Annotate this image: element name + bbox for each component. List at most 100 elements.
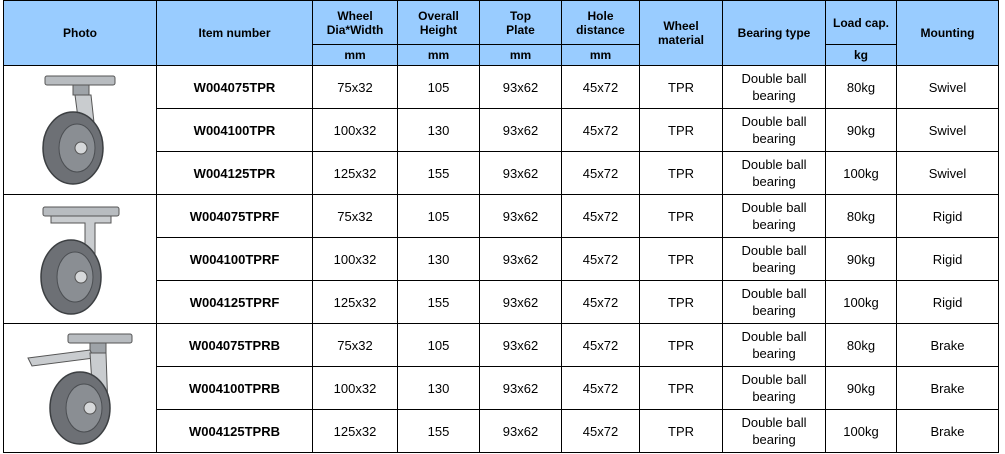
top-plate-cell: 93x62 <box>479 65 562 109</box>
header-row: Photo Item number Wheel Dia*Width Overal… <box>3 0 999 66</box>
col-header-wheel: Wheel Dia*Width <box>312 0 398 45</box>
bearing-type-cell: Double ball bearing <box>722 366 826 410</box>
bearing-line2: bearing <box>752 131 796 146</box>
hole-distance-cell: 45x72 <box>561 108 640 152</box>
top-plate-cell: 93x62 <box>479 237 562 281</box>
load-capacity-cell: 90kg <box>825 366 897 410</box>
wheel-material-cell: TPR <box>639 151 723 195</box>
item-number-cell: W004100TPRB <box>156 366 313 410</box>
bearing-type-cell: Double ball bearing <box>722 323 826 367</box>
overall-height-cell: 130 <box>397 366 480 410</box>
wheel-size-cell: 75x32 <box>312 65 398 109</box>
col-header-wheel-line1: Wheel <box>337 8 373 23</box>
col-header-top-line2: Plate <box>506 22 535 37</box>
col-header-overall-height: Overall Height <box>397 0 480 45</box>
wheel-material-cell: TPR <box>639 323 723 367</box>
bearing-line2: bearing <box>752 174 796 189</box>
wheel-size-cell: 100x32 <box>312 366 398 410</box>
col-header-bearing-type: Bearing type <box>722 0 826 66</box>
bearing-type-cell: Double ball bearing <box>722 194 826 238</box>
item-number-cell: W004125TPR <box>156 151 313 195</box>
table-row: W004075TPR 75x32 105 93x62 45x72 TPR Dou… <box>3 65 999 195</box>
table-row: W004075TPRF 75x32 105 93x62 45x72 TPR Do… <box>3 194 999 324</box>
bearing-line1: Double ball <box>741 71 807 86</box>
bearing-line1: Double ball <box>741 286 807 301</box>
load-capacity-cell: 80kg <box>825 65 897 109</box>
bearing-line1: Double ball <box>741 372 807 387</box>
overall-height-cell: 105 <box>397 323 480 367</box>
top-plate-cell: 93x62 <box>479 323 562 367</box>
top-plate-cell: 93x62 <box>479 108 562 152</box>
mounting-cell: Rigid <box>896 237 999 281</box>
bearing-line1: Double ball <box>741 114 807 129</box>
wheel-material-cell: TPR <box>639 65 723 109</box>
top-plate-cell: 93x62 <box>479 151 562 195</box>
unit-overall: mm <box>397 44 480 66</box>
hole-distance-cell: 45x72 <box>561 65 640 109</box>
bearing-type-cell: Double ball bearing <box>722 65 826 109</box>
wheel-size-cell: 75x32 <box>312 194 398 238</box>
wheel-material-cell: TPR <box>639 280 723 324</box>
wheel-material-cell: TPR <box>639 409 723 453</box>
wheel-size-cell: 75x32 <box>312 323 398 367</box>
col-header-hole-line1: Hole <box>587 8 614 23</box>
hole-distance-cell: 45x72 <box>561 194 640 238</box>
bearing-line2: bearing <box>752 88 796 103</box>
bearing-line2: bearing <box>752 432 796 447</box>
wheel-size-cell: 100x32 <box>312 108 398 152</box>
item-number-cell: W004075TPRF <box>156 194 313 238</box>
swivel-caster-icon <box>42 75 116 185</box>
overall-height-cell: 130 <box>397 108 480 152</box>
unit-load: kg <box>825 44 897 66</box>
unit-top: mm <box>479 44 562 66</box>
top-plate-cell: 93x62 <box>479 280 562 324</box>
hole-distance-cell: 45x72 <box>561 151 640 195</box>
col-header-photo: Photo <box>3 0 157 66</box>
col-header-load-cap: Load cap. <box>825 0 897 45</box>
hole-distance-cell: 45x72 <box>561 237 640 281</box>
hole-distance-cell: 45x72 <box>561 280 640 324</box>
load-capacity-cell: 100kg <box>825 280 897 324</box>
item-number-cell: W004125TPRF <box>156 280 313 324</box>
mounting-cell: Swivel <box>896 65 999 109</box>
bearing-line2: bearing <box>752 217 796 232</box>
col-header-item-number: Item number <box>156 0 313 66</box>
overall-height-cell: 155 <box>397 409 480 453</box>
item-number-cell: W004075TPRB <box>156 323 313 367</box>
bearing-type-cell: Double ball bearing <box>722 108 826 152</box>
col-header-wheel-line2: Dia*Width <box>326 22 384 37</box>
bearing-line2: bearing <box>752 389 796 404</box>
hole-distance-cell: 45x72 <box>561 323 640 367</box>
top-plate-cell: 93x62 <box>479 409 562 453</box>
photo-cell-rigid <box>3 194 157 324</box>
bearing-line1: Double ball <box>741 200 807 215</box>
item-number-cell: W004100TPRF <box>156 237 313 281</box>
bearing-line2: bearing <box>752 260 796 275</box>
col-header-wheel-material: Wheel material <box>639 0 723 66</box>
caster-spec-table: Photo Item number Wheel Dia*Width Overal… <box>3 0 999 453</box>
load-capacity-cell: 90kg <box>825 237 897 281</box>
item-number-cell: W004100TPR <box>156 108 313 152</box>
top-plate-cell: 93x62 <box>479 366 562 410</box>
item-number-cell: W004125TPRB <box>156 409 313 453</box>
col-header-overall-line2: Height <box>419 22 458 37</box>
mounting-cell: Brake <box>896 323 999 367</box>
load-capacity-cell: 100kg <box>825 409 897 453</box>
col-header-hole-distance: Hole distance <box>561 0 640 45</box>
overall-height-cell: 130 <box>397 237 480 281</box>
mounting-cell: Rigid <box>896 194 999 238</box>
rigid-caster-icon <box>40 206 120 315</box>
col-header-hole-line2: distance <box>576 22 625 37</box>
wheel-material-cell: TPR <box>639 194 723 238</box>
wheel-size-cell: 125x32 <box>312 409 398 453</box>
wheel-material-cell: TPR <box>639 366 723 410</box>
bearing-line1: Double ball <box>741 329 807 344</box>
wheel-size-cell: 125x32 <box>312 280 398 324</box>
col-header-material-line2: material <box>657 33 705 47</box>
wheel-material-cell: TPR <box>639 108 723 152</box>
load-capacity-cell: 80kg <box>825 194 897 238</box>
bearing-line1: Double ball <box>741 243 807 258</box>
wheel-size-cell: 125x32 <box>312 151 398 195</box>
overall-height-cell: 105 <box>397 194 480 238</box>
mounting-cell: Brake <box>896 366 999 410</box>
